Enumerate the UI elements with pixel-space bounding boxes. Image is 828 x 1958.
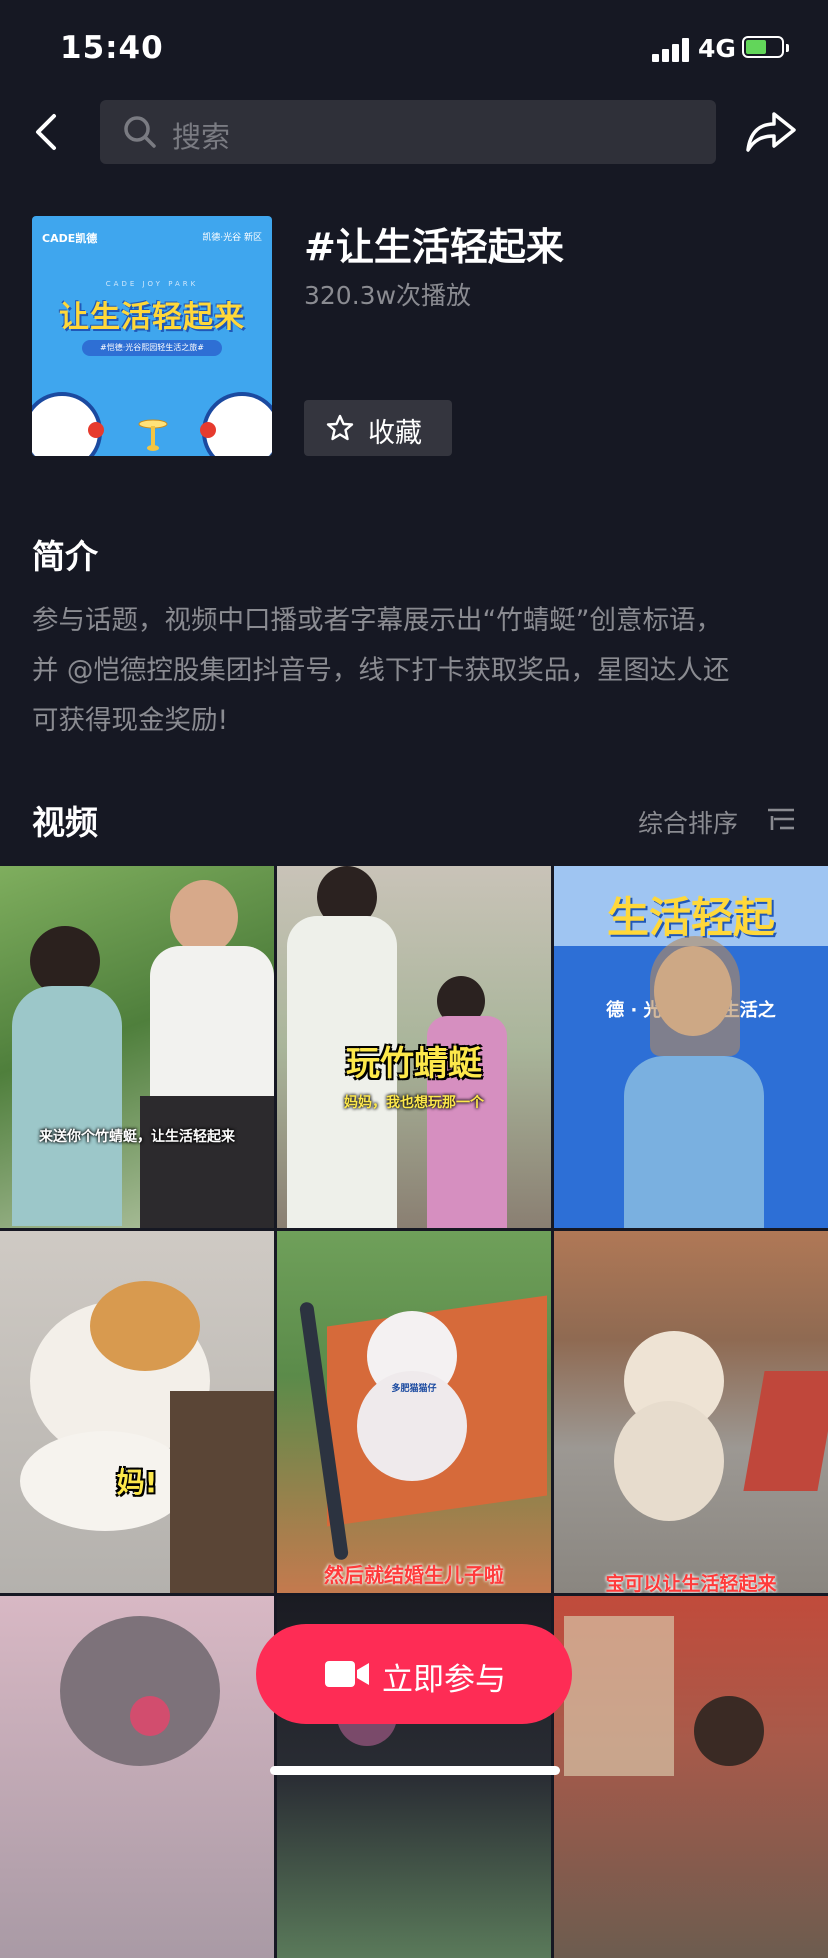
cover-brand-right: 凯德·光谷 新区 xyxy=(202,233,262,243)
search-placeholder: 搜索 xyxy=(172,120,231,154)
intro-line: 可获得现金奖励! xyxy=(32,705,229,736)
play-count: 320.3w次播放 xyxy=(304,281,472,310)
video-caption: 来送你个竹蜻蜓，让生活轻起来 xyxy=(39,1129,235,1145)
videos-heading: 视频 xyxy=(32,803,98,842)
topic-cover-image: CADE凯德 凯德·光谷 新区 CADE JOY PARK 让生活轻起来 #恺德… xyxy=(32,216,272,456)
cover-subtitle: CADE JOY PARK xyxy=(105,280,199,288)
video-thumbnail[interactable]: 来送你个竹蜻蜓，让生活轻起来 xyxy=(0,866,274,1228)
home-indicator[interactable] xyxy=(270,1766,560,1775)
share-button[interactable] xyxy=(744,108,798,156)
video-thumbnail[interactable] xyxy=(0,1596,274,1958)
join-label: 立即参与 xyxy=(382,1662,506,1698)
bamboo-copter-icon xyxy=(138,419,168,451)
video-thumbnail[interactable]: 妈! xyxy=(0,1231,274,1593)
battery-icon xyxy=(742,36,789,58)
intro-line: 参与话题，视频中口播或者字幕展示出“竹蜻蜓”创意标语， xyxy=(32,605,722,636)
cover-tagline: #恺德·光谷熙园轻生活之旅# xyxy=(82,340,222,356)
sort-button[interactable]: 综合排序 xyxy=(638,804,738,840)
video-caption: 玩竹蜻蜓 xyxy=(346,1044,482,1084)
video-thumbnail[interactable]: 生活轻起 德 · 光谷熙园 生活之 xyxy=(554,866,828,1228)
intro-description: 参与话题，视频中口播或者字幕展示出“竹蜻蜓”创意标语， 并 @恺德控股集团抖音号… xyxy=(32,596,802,746)
video-caption: 宝可以让生活轻起来 xyxy=(605,1573,777,1593)
back-button[interactable] xyxy=(26,106,70,158)
intro-heading: 简介 xyxy=(32,537,98,576)
intro-line: 并 @恺德控股集团抖音号，线下打卡获取奖品，星图达人还 xyxy=(32,655,730,686)
search-bar[interactable]: 搜索 xyxy=(100,100,716,164)
video-thumbnail[interactable]: 宝可以让生活轻起来 xyxy=(554,1231,828,1593)
favorite-label: 收藏 xyxy=(368,418,422,449)
join-button[interactable]: 立即参与 xyxy=(256,1624,572,1724)
network-type: 4G xyxy=(698,34,736,63)
sort-icon[interactable] xyxy=(766,806,796,832)
signal-icon xyxy=(652,38,692,62)
video-thumbnail[interactable] xyxy=(554,1596,828,1958)
star-icon xyxy=(326,414,354,441)
video-thumbnail[interactable]: 多肥猫猫仔 然后就结婚生儿子啦 xyxy=(277,1231,551,1593)
status-bar: 15:40 4G xyxy=(0,0,828,96)
video-camera-icon xyxy=(325,1661,369,1687)
video-caption-sub: 妈妈，我也想玩那一个 xyxy=(344,1095,484,1111)
search-icon xyxy=(124,116,156,148)
video-caption: 然后就结婚生儿子啦 xyxy=(324,1563,504,1587)
share-icon xyxy=(746,112,796,152)
video-thumbnail[interactable]: 玩竹蜻蜓 妈妈，我也想玩那一个 xyxy=(277,866,551,1228)
video-caption-sub: 多肥猫猫仔 xyxy=(391,1384,437,1394)
cover-brand: CADE凯德 xyxy=(42,232,98,245)
chevron-left-icon xyxy=(36,114,56,150)
status-time: 15:40 xyxy=(60,30,164,66)
cover-logo-text: 让生活轻起来 xyxy=(59,300,245,335)
topic-title: #让生活轻起来 xyxy=(304,225,564,269)
video-caption: 妈! xyxy=(116,1466,158,1499)
favorite-button[interactable]: 收藏 xyxy=(304,400,452,456)
